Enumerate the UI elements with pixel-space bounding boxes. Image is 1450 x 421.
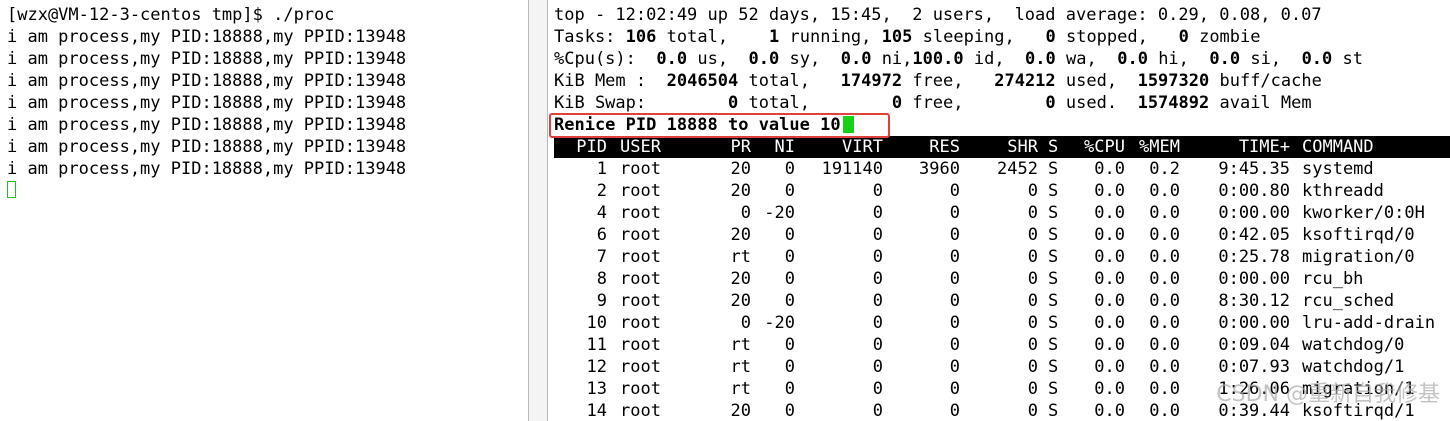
process-cell-command: ksoftirqd/0: [1302, 225, 1415, 245]
right-terminal-pane[interactable]: top - 12:02:49 up 52 days, 15:45, 2 user…: [548, 0, 1450, 421]
process-cell-mem: 0.0: [1149, 203, 1180, 223]
column-header-pid: PID: [576, 137, 607, 157]
column-header-mem: %MEM: [1139, 137, 1180, 157]
process-cell-pid: 13: [586, 379, 607, 399]
process-cell-mem: 0.0: [1149, 291, 1180, 311]
process-cell-pid: 11: [586, 335, 607, 355]
output-line: i am process,my PID:18888,my PPID:13948: [7, 137, 407, 157]
process-cell-command: lru-add-drain: [1302, 313, 1436, 333]
watermark: CSDN @重新自我修基: [1216, 382, 1440, 407]
process-cell-time: 0:25.78: [1218, 247, 1290, 267]
process-cell-pid: 9: [596, 291, 607, 311]
process-cell-time: 9:45.35: [1218, 159, 1290, 179]
process-cell-command: watchdog/0: [1302, 335, 1405, 355]
top-summary-cpu: %Cpu(s): 0.0 us, 0.0 sy, 0.0 ni,100.0 id…: [554, 49, 1364, 69]
process-cell-mem: 0.0: [1149, 357, 1180, 377]
column-header-time: TIME+: [1238, 137, 1290, 157]
process-cell-time: 0:00.00: [1218, 203, 1290, 223]
process-cell-mem: 0.0: [1149, 181, 1180, 201]
process-cell-time: 0:00.80: [1218, 181, 1290, 201]
process-cell-pid: 4: [596, 203, 607, 223]
process-cell-command: kworker/0:0H: [1302, 203, 1425, 223]
process-cell-mem: 0.0: [1149, 335, 1180, 355]
top-summary-uptime: top - 12:02:49 up 52 days, 15:45, 2 user…: [554, 5, 1322, 25]
process-cell-pid: 12: [586, 357, 607, 377]
process-cell-command: kthreadd: [1302, 181, 1384, 201]
column-header-command: COMMAND: [1302, 137, 1374, 157]
process-cell-pid: 2: [596, 181, 607, 201]
process-cell-time: 0:07.93: [1218, 357, 1290, 377]
process-cell-command: watchdog/1: [1302, 357, 1405, 377]
output-line: i am process,my PID:18888,my PPID:13948: [7, 93, 407, 113]
process-cell-time: 0:00.00: [1218, 269, 1290, 289]
process-cell-pid: 8: [596, 269, 607, 289]
output-line: i am process,my PID:18888,my PPID:13948: [7, 27, 407, 47]
process-cell-time: 0:09.04: [1218, 335, 1290, 355]
process-cell-pid: 7: [596, 247, 607, 267]
process-cell-pid: 14: [586, 401, 607, 421]
output-line: i am process,my PID:18888,my PPID:13948: [7, 71, 407, 91]
process-cell-command: migration/0: [1302, 247, 1415, 267]
top-summary-tasks: Tasks: 106 total, 1 running, 105 sleepin…: [554, 27, 1261, 47]
process-cell-command: rcu_bh: [1302, 269, 1364, 289]
shell-prompt-line: [wzx@VM-12-3-centos tmp]$ ./proc: [7, 5, 335, 25]
process-cell-mem: 0.0: [1149, 247, 1180, 267]
pane-splitter[interactable]: [528, 0, 548, 421]
top-summary-swap: KiB Swap: 0 total, 0 free, 0 used. 15748…: [554, 93, 1312, 113]
process-cell-mem: 0.0: [1149, 379, 1180, 399]
left-terminal-pane[interactable]: [wzx@VM-12-3-centos tmp]$ ./proc i am pr…: [0, 0, 528, 421]
terminal-cursor: [7, 181, 16, 198]
process-cell-time: 0:00.00: [1218, 313, 1290, 333]
process-cell-pid: 6: [596, 225, 607, 245]
output-line: i am process,my PID:18888,my PPID:13948: [7, 115, 407, 135]
renice-highlight-box: [549, 113, 890, 138]
process-cell-mem: 0.2: [1149, 159, 1180, 179]
process-cell-mem: 0.0: [1149, 225, 1180, 245]
process-cell-time: 8:30.12: [1218, 291, 1290, 311]
process-cell-command: rcu_sched: [1302, 291, 1395, 311]
process-cell-time: 0:42.05: [1218, 225, 1290, 245]
process-cell-mem: 0.0: [1149, 401, 1180, 421]
top-summary-mem: KiB Mem : 2046504 total, 174972 free, 27…: [554, 71, 1322, 91]
output-line: i am process,my PID:18888,my PPID:13948: [7, 49, 407, 69]
output-line: i am process,my PID:18888,my PPID:13948: [7, 159, 407, 179]
process-cell-command: systemd: [1302, 159, 1374, 179]
process-cell-pid: 10: [586, 313, 607, 333]
process-cell-mem: 0.0: [1149, 313, 1180, 333]
process-cell-mem: 0.0: [1149, 269, 1180, 289]
process-cell-pid: 1: [596, 159, 607, 179]
